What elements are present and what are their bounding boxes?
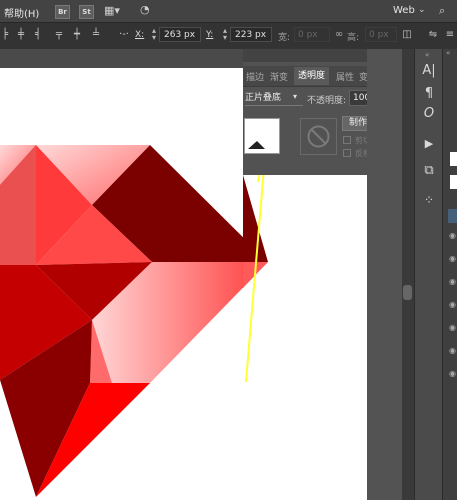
tab-transparency[interactable]: 透明度: [294, 67, 330, 85]
eye-icon[interactable]: ◉: [449, 323, 456, 332]
eye-icon[interactable]: ◉: [449, 346, 456, 355]
arrange-documents-icon[interactable]: ▦▾: [104, 5, 120, 17]
thumbnail-shape: [248, 141, 265, 149]
x-stepper[interactable]: ▴ ▾: [150, 27, 158, 42]
width-label: 宽:: [278, 33, 291, 43]
layers-panel-edge: « ◉ ◉ ◉ ◉ ◉ ◉ ◉: [442, 49, 457, 500]
height-field[interactable]: 0 px: [365, 27, 397, 42]
canvas-top-bar: [0, 49, 243, 68]
no-mask-icon: [307, 125, 330, 148]
color-swatch-secondary[interactable]: [450, 175, 457, 189]
actions-play-icon[interactable]: ▶: [417, 134, 441, 154]
workspace-switcher[interactable]: Web: [393, 5, 415, 16]
collapse-icon[interactable]: «: [446, 49, 450, 57]
y-stepper[interactable]: ▴ ▾: [221, 27, 229, 42]
menu-help[interactable]: 帮助(H): [4, 5, 39, 20]
ruby-artwork-right: [243, 119, 269, 383]
y-field[interactable]: 223 px: [230, 27, 272, 42]
align-center-icon[interactable]: ╪: [16, 29, 26, 41]
collapse-dock-icon[interactable]: «: [425, 51, 429, 59]
artboards-panel-icon[interactable]: ⁘: [417, 190, 441, 210]
character-panel-icon[interactable]: A|: [417, 61, 441, 81]
vertical-scrollbar-track[interactable]: [402, 49, 414, 500]
eye-icon[interactable]: ◉: [449, 369, 456, 378]
artboard[interactable]: [0, 68, 268, 500]
invert-mask-checkbox[interactable]: [343, 149, 351, 157]
x-field[interactable]: 263 px: [159, 27, 201, 42]
y-label: Y:: [206, 30, 214, 40]
eye-icon[interactable]: ◉: [449, 277, 456, 286]
tab-gradient[interactable]: 渐变: [270, 70, 288, 83]
reference-point-icon[interactable]: ·-·: [115, 29, 133, 41]
opentype-panel-icon[interactable]: O: [417, 104, 441, 124]
align-right-icon[interactable]: ╡: [33, 29, 43, 41]
chevron-down-icon[interactable]: ▾: [293, 92, 297, 101]
dock-gap: [367, 49, 407, 500]
object-thumbnail[interactable]: [244, 118, 280, 154]
gpu-performance-icon[interactable]: ◔: [140, 4, 150, 16]
align-left-icon[interactable]: ╞: [0, 29, 10, 41]
export-icon[interactable]: ⧉: [417, 161, 441, 181]
tab-attributes[interactable]: 属性: [336, 70, 354, 83]
search-icon[interactable]: ⌕: [439, 5, 445, 17]
unlink-icon[interactable]: ∞: [334, 29, 344, 41]
mask-slot[interactable]: [300, 118, 337, 155]
panel-menu-icon[interactable]: ≡: [445, 29, 455, 41]
paragraph-panel-icon[interactable]: ¶: [417, 84, 441, 104]
panel-dock: « A| ¶ O ▶ ⧉ ⁘: [414, 49, 443, 500]
bridge-button[interactable]: Br: [55, 5, 70, 19]
align-top-icon[interactable]: ╤: [54, 29, 64, 41]
eye-icon[interactable]: ◉: [449, 231, 456, 240]
align-middle-icon[interactable]: ┿: [72, 29, 82, 41]
align-bottom-icon[interactable]: ╧: [91, 29, 101, 41]
ruby-artwork: [0, 145, 268, 497]
width-field[interactable]: 0 px: [294, 27, 330, 42]
color-swatch[interactable]: [450, 152, 457, 166]
opacity-label: 不透明度:: [307, 96, 347, 106]
flip-icon[interactable]: ⇋: [428, 29, 438, 41]
transform-icon[interactable]: ◫: [402, 29, 412, 41]
tab-stroke[interactable]: 描边: [246, 70, 264, 83]
eye-icon[interactable]: ◉: [449, 300, 456, 309]
clip-checkbox[interactable]: [343, 136, 351, 144]
eye-icon[interactable]: ◉: [449, 254, 456, 263]
x-label: X:: [135, 30, 145, 40]
chevron-down-icon[interactable]: ⌄: [418, 4, 426, 16]
artboard-right[interactable]: [243, 119, 367, 500]
stock-button[interactable]: St: [79, 5, 94, 19]
layer-row-selected[interactable]: [448, 209, 457, 223]
height-label: 高:: [347, 33, 360, 43]
vertical-scrollbar-thumb[interactable]: [403, 285, 412, 300]
